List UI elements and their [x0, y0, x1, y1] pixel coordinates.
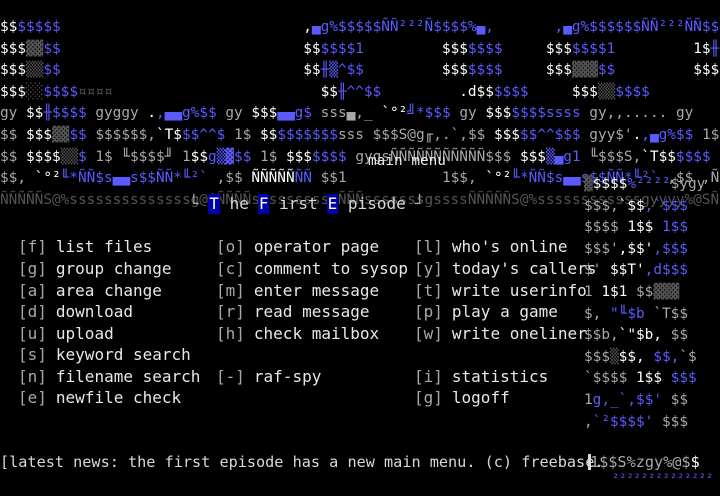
menu-key: [e] [18, 388, 47, 407]
menu-key: [g] [18, 259, 47, 278]
menu-item-upload[interactable]: [u] upload [18, 324, 114, 344]
menu-key: [o] [216, 237, 245, 256]
menu-key: [s] [18, 345, 47, 364]
menu-item-enter-message[interactable]: [m] enter message [216, 281, 379, 301]
menu-key: [y] [414, 259, 443, 278]
menu-item-raf-spy[interactable]: [-] raf-spy [216, 367, 321, 387]
menu-label: area change [55, 281, 162, 300]
title-word-pisode: pisode [347, 194, 406, 213]
menu-key: [g] [414, 388, 443, 407]
menu-label: operator page [253, 237, 380, 256]
menu-item-newfile-check[interactable]: [e] newfile check [18, 388, 181, 408]
menu-key: [r] [216, 302, 245, 321]
menu-label: comment to sysop [253, 259, 409, 278]
menu-key: [m] [216, 281, 245, 300]
bbs-terminal-screen: $$$$$$$ ,▄g%$$$$$ÑÑ²²²Ñ$$$$%▄, ,▄g%$$$$$… [0, 0, 720, 496]
menu-label: statistics [451, 367, 549, 386]
menu-item-keyword-search[interactable]: [s] keyword search [18, 345, 191, 365]
menu-key: [w] [414, 324, 443, 343]
menu-key: [a] [18, 281, 47, 300]
menu-item-group-change[interactable]: [g] group change [18, 259, 172, 279]
menu-label: enter message [253, 281, 380, 300]
menu-key: [p] [414, 302, 443, 321]
menu-item-operator-page[interactable]: [o] operator page [216, 237, 379, 257]
menu-title: main menu [368, 153, 446, 169]
menu-key: [l] [414, 237, 443, 256]
menu-item-statistics[interactable]: [i] statistics [414, 367, 548, 387]
menu-item-area-change[interactable]: [a] area change [18, 281, 162, 301]
bottom-art-fill: ²²²²²²²²²²²²²² [612, 471, 714, 485]
menu-label: keyword search [55, 345, 191, 364]
menu-item-filename-search[interactable]: [n] filename search [18, 367, 200, 387]
right-ansi-art: ▓$$$$%²²²²$ygy $$$,`$$,`$$$ $$$$ 1$$ 1$$… [584, 176, 706, 430]
menu-item-check-mailbox[interactable]: [h] check mailbox [216, 324, 379, 344]
menu-label: check mailbox [253, 324, 380, 343]
menu-key: [t] [414, 281, 443, 300]
menu-label: logoff [451, 388, 510, 407]
menu-item-comment-to-sysop[interactable]: [c] comment to sysop [216, 259, 408, 279]
menu-label: group change [55, 259, 172, 278]
menu-item-list-files[interactable]: [f] list files [18, 237, 152, 257]
title-close-bracket: ┘ [414, 194, 425, 213]
menu-key: [n] [18, 367, 47, 386]
menu-label: list files [55, 237, 153, 256]
menu-item-read-message[interactable]: [r] read message [216, 302, 370, 322]
latest-news-line: [latest news: the first episode has a ne… [0, 453, 604, 471]
menu-label: newfile check [55, 388, 182, 407]
title-word-he: he [229, 194, 249, 213]
menu-item-write-userinfo[interactable]: [t] write userinfo [414, 281, 587, 301]
menu-label: raf-spy [253, 367, 322, 386]
menu-label: download [55, 302, 133, 321]
menu-label: read message [253, 302, 370, 321]
menu-label: upload [55, 324, 114, 343]
menu-key: [i] [414, 367, 443, 386]
title-cap-e: E [326, 194, 339, 214]
title-open-bracket: └ [189, 194, 199, 213]
title-word-irst: irst [279, 194, 318, 213]
menu-key: [c] [216, 259, 245, 278]
menu-label: filename search [55, 367, 201, 386]
menu-key: [f] [18, 237, 47, 256]
menu-key: [u] [18, 324, 47, 343]
menu-label: today's callers [451, 259, 597, 278]
news-line-art-tail: 1$$S%zgy%@$$ [590, 453, 700, 471]
menu-label: write oneliner [451, 324, 587, 343]
menu-label: play a game [451, 302, 558, 321]
menu-item-play-a-game[interactable]: [p] play a game [414, 302, 558, 322]
menu-key: [d] [18, 302, 47, 321]
menu-item-whos-online[interactable]: [l] who's online [414, 237, 568, 257]
menu-key: [h] [216, 324, 245, 343]
menu-item-logoff[interactable]: [g] logoff [414, 388, 510, 408]
menu-key: [-] [216, 367, 245, 386]
menu-item-download[interactable]: [d] download [18, 302, 133, 322]
title-cap-f: F [257, 194, 270, 214]
title-cap-t: T [208, 194, 220, 214]
menu-item-write-oneliner[interactable]: [w] write oneliner [414, 324, 587, 344]
menu-label: write userinfo [451, 281, 587, 300]
board-title: └ T he F irst E pisode ┘ [189, 194, 424, 214]
menu-item-todays-callers[interactable]: [y] today's callers [414, 259, 596, 279]
menu-label: who's online [451, 237, 568, 256]
